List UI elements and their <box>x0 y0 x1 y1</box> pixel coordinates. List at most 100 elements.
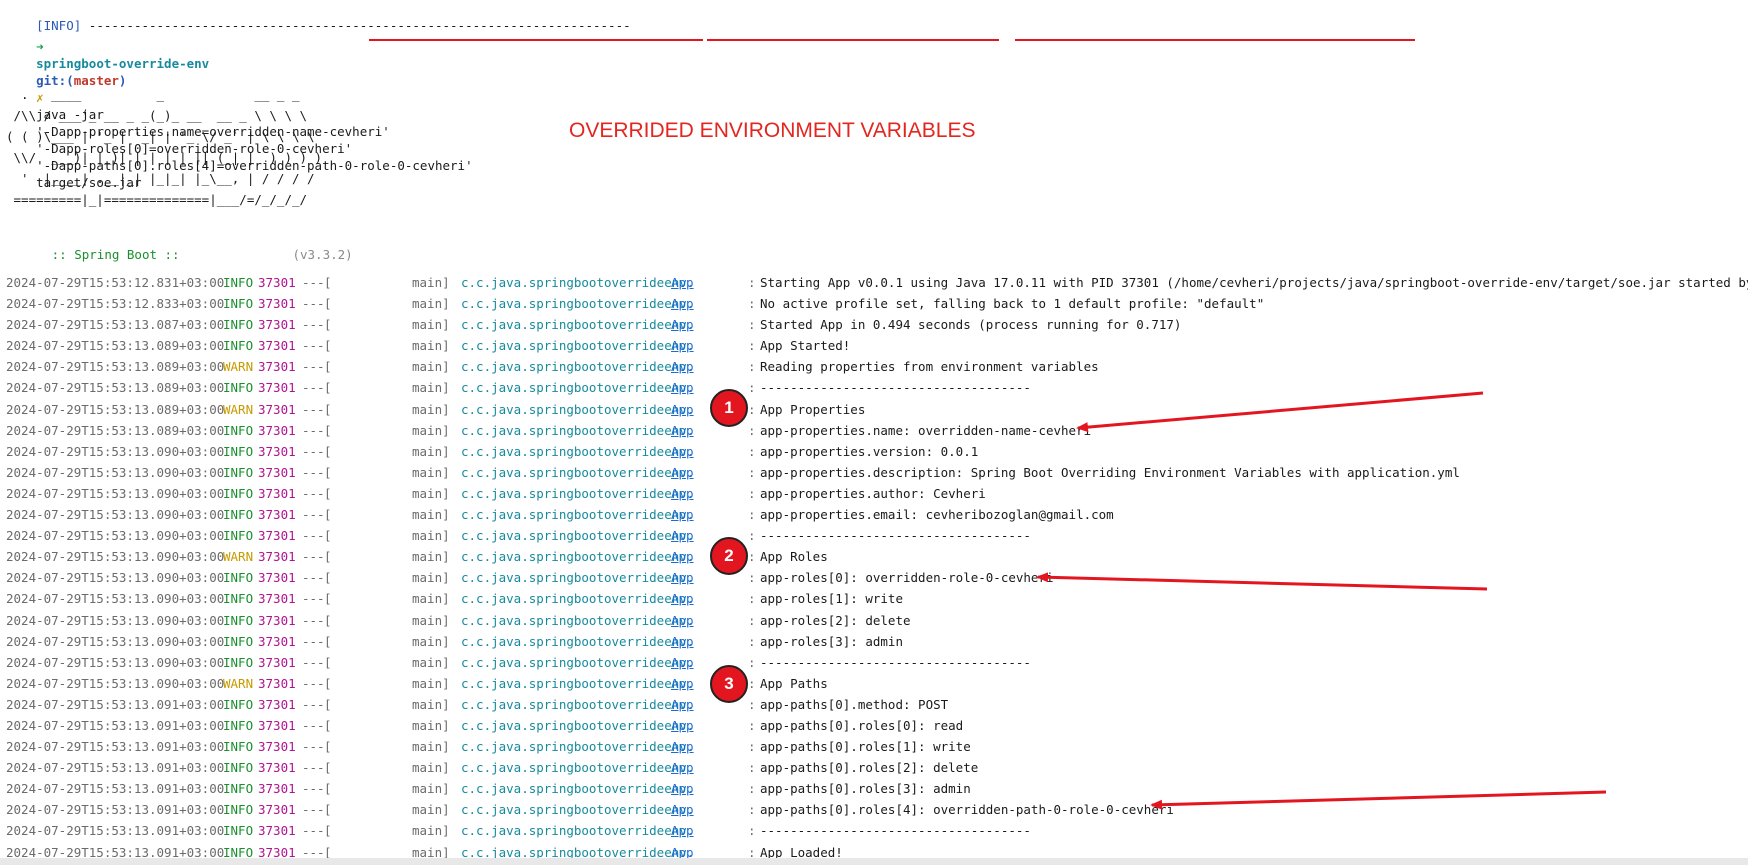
log-colon: : <box>748 485 756 501</box>
log-logger-link[interactable]: App <box>671 525 694 546</box>
log-colon: : <box>748 675 756 691</box>
log-logger: c.c.java.springbootoverrideenv. <box>461 781 695 797</box>
log-logger: c.c.java.springbootoverrideenv. <box>461 549 695 565</box>
log-message: ------------------------------------ <box>760 528 1031 544</box>
log-thread: main] <box>412 654 450 670</box>
log-timestamp: 2024-07-29T15:53:13.089+03:00 <box>6 359 225 375</box>
log-message: app-properties.email: cevheribozoglan@gm… <box>760 507 1114 523</box>
log-logger-link[interactable]: App <box>671 546 694 567</box>
log-logger-link[interactable]: App <box>671 335 694 356</box>
log-logger-link[interactable]: App <box>671 314 694 335</box>
log-logger-link[interactable]: App <box>671 441 694 462</box>
log-timestamp: 2024-07-29T15:53:13.090+03:00 <box>6 570 225 586</box>
log-logger-link[interactable]: App <box>671 631 694 652</box>
log-pid: 37301 <box>258 317 296 333</box>
log-thread-bracket: [ <box>324 696 332 712</box>
log-logger: c.c.java.springbootoverrideenv. <box>461 443 695 459</box>
log-logger-link[interactable]: App <box>671 820 694 841</box>
log-message: App Properties <box>760 401 866 417</box>
log-message: app-paths[0].roles[0]: read <box>760 717 964 733</box>
log-separator: --- <box>302 675 325 691</box>
log-message: app-paths[0].roles[1]: write <box>760 739 971 755</box>
log-logger-link[interactable]: App <box>671 588 694 609</box>
log-logger-link[interactable]: App <box>671 778 694 799</box>
log-logger-link[interactable]: App <box>671 483 694 504</box>
log-message: ------------------------------------ <box>760 654 1031 670</box>
prompt-arrow-icon: ➜ <box>36 39 44 54</box>
log-thread-bracket: [ <box>324 802 332 818</box>
log-pid: 37301 <box>258 781 296 797</box>
spring-ascii-banner: . ____ _ __ _ _ /\\ / ___'_ __ _ _(_)_ _… <box>6 87 323 207</box>
log-thread: main] <box>412 696 450 712</box>
log-separator: --- <box>302 443 325 459</box>
log-thread-bracket: [ <box>324 717 332 733</box>
log-timestamp: 2024-07-29T15:53:13.090+03:00 <box>6 675 225 691</box>
log-message: ------------------------------------ <box>760 380 1031 396</box>
log-colon: : <box>748 612 756 628</box>
log-colon: : <box>748 760 756 776</box>
log-logger-link[interactable]: App <box>671 715 694 736</box>
log-level: INFO <box>223 296 254 312</box>
log-colon: : <box>748 802 756 818</box>
log-pid: 37301 <box>258 612 296 628</box>
log-timestamp: 2024-07-29T15:53:13.091+03:00 <box>6 802 225 818</box>
log-logger: c.c.java.springbootoverrideenv. <box>461 633 695 649</box>
log-separator: --- <box>302 633 325 649</box>
log-thread-bracket: [ <box>324 359 332 375</box>
log-logger: c.c.java.springbootoverrideenv. <box>461 739 695 755</box>
log-pid: 37301 <box>258 401 296 417</box>
horizontal-scrollbar[interactable] <box>0 858 1748 865</box>
log-thread-bracket: [ <box>324 464 332 480</box>
log-logger-link[interactable]: App <box>671 377 694 398</box>
log-message: app-properties.author: Cevheri <box>760 485 986 501</box>
log-thread: main] <box>412 485 450 501</box>
log-separator: --- <box>302 401 325 417</box>
log-logger-link[interactable]: App <box>671 799 694 820</box>
log-logger-link[interactable]: App <box>671 272 694 293</box>
log-timestamp: 2024-07-29T15:53:13.089+03:00 <box>6 401 225 417</box>
log-logger-link[interactable]: App <box>671 652 694 673</box>
log-logger-link[interactable]: App <box>671 293 694 314</box>
log-logger: c.c.java.springbootoverrideenv. <box>461 401 695 417</box>
log-thread: main] <box>412 422 450 438</box>
log-logger-link[interactable]: App <box>671 610 694 631</box>
log-logger-link[interactable]: App <box>671 757 694 778</box>
log-message: App Paths <box>760 675 828 691</box>
log-colon: : <box>748 443 756 459</box>
log-colon: : <box>748 275 756 290</box>
log-logger-link[interactable]: App <box>671 567 694 588</box>
log-colon: : <box>748 570 756 586</box>
log-colon: : <box>748 317 756 333</box>
log-logger: c.c.java.springbootoverrideenv. <box>461 717 695 733</box>
log-thread-bracket: [ <box>324 591 332 607</box>
log-message: app-roles[1]: write <box>760 591 903 607</box>
log-message: app-properties.name: overridden-name-cev… <box>760 422 1092 438</box>
log-logger-link[interactable]: App <box>671 504 694 525</box>
log-level: WARN <box>223 549 254 565</box>
log-logger-link[interactable]: App <box>671 356 694 377</box>
log-logger-link[interactable]: App <box>671 673 694 694</box>
log-logger-link[interactable]: App <box>671 399 694 420</box>
log-colon: : <box>748 739 756 755</box>
log-thread-bracket: [ <box>324 612 332 628</box>
log-level: INFO <box>223 338 254 354</box>
annotation-badge-3: 3 <box>710 665 748 703</box>
log-message: app-paths[0].method: POST <box>760 696 949 712</box>
log-logger-link[interactable]: App <box>671 420 694 441</box>
log-thread-bracket: [ <box>324 570 332 586</box>
log-level: WARN <box>223 401 254 417</box>
log-level: INFO <box>223 507 254 523</box>
log-logger-link[interactable]: App <box>671 694 694 715</box>
log-colon: : <box>748 633 756 649</box>
log-pid: 37301 <box>258 296 296 312</box>
log-thread-bracket: [ <box>324 338 332 354</box>
log-separator: --- <box>302 275 325 290</box>
log-thread-bracket: [ <box>324 654 332 670</box>
log-logger-link[interactable]: App <box>671 462 694 483</box>
log-thread: main] <box>412 781 450 797</box>
log-timestamp: 2024-07-29T15:53:13.090+03:00 <box>6 549 225 565</box>
log-thread: main] <box>412 380 450 396</box>
log-timestamp: 2024-07-29T15:53:13.091+03:00 <box>6 739 225 755</box>
log-logger-link[interactable]: App <box>671 736 694 757</box>
log-timestamp: 2024-07-29T15:53:13.090+03:00 <box>6 612 225 628</box>
